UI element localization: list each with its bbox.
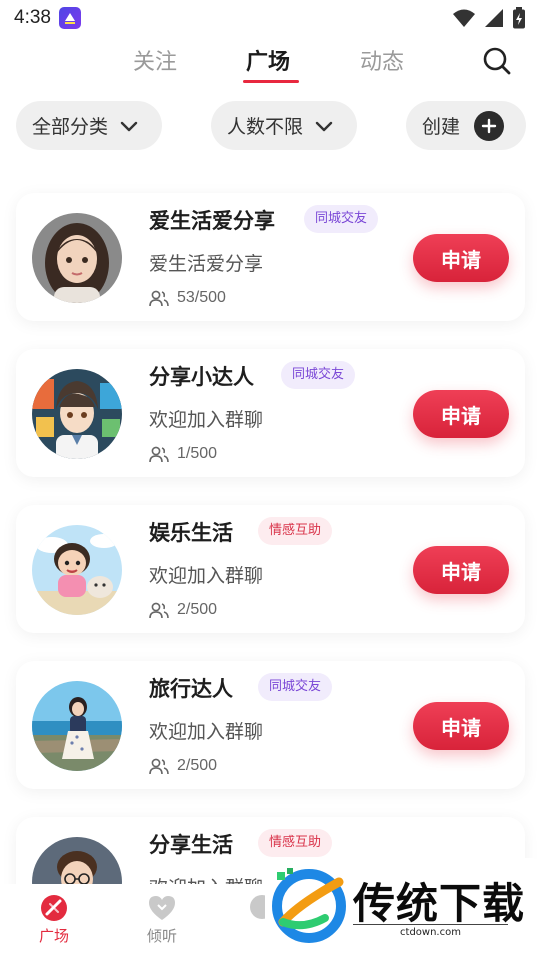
top-tab-bar: 关注 广场 动态: [0, 40, 540, 90]
group-tag: 同城交友: [281, 361, 356, 389]
apply-button[interactable]: 申请: [413, 234, 509, 282]
group-description: 爱生活爱分享: [149, 253, 264, 275]
group-title: 娱乐生活: [149, 521, 233, 545]
tab-moments[interactable]: 动态: [360, 44, 404, 76]
apply-button[interactable]: 申请: [413, 390, 509, 438]
plus-icon: [474, 110, 505, 141]
watermark-url: ctdown.com: [353, 924, 508, 938]
watermark-text: 传统下载: [353, 879, 526, 928]
group-title: 分享生活: [149, 833, 233, 857]
member-count-text: 2/500: [177, 601, 218, 618]
create-label: 创建: [422, 116, 461, 138]
group-tag: 同城交友: [304, 205, 379, 233]
group-tag: 同城交友: [258, 673, 333, 701]
member-count-text: 53/500: [177, 289, 226, 306]
group-avatar: [32, 369, 122, 459]
member-count: 2/500: [149, 601, 217, 619]
create-group-button[interactable]: 创建: [406, 101, 526, 150]
tab-plaza[interactable]: 广场: [246, 44, 290, 76]
chevron-down-icon: [315, 121, 333, 131]
group-card[interactable]: 爱生活爱分享 同城交友 爱生活爱分享 53/500 申请: [16, 193, 525, 321]
member-count-text: 1/500: [177, 445, 218, 462]
status-icons: [452, 7, 526, 29]
group-tag: 情感互助: [258, 517, 333, 545]
group-avatar: [32, 525, 122, 615]
nav-item-listen[interactable]: 倾听: [132, 894, 192, 946]
group-description: 欢迎加入群聊: [149, 721, 264, 743]
nav-item-plaza[interactable]: 广场: [24, 894, 84, 946]
people-icon: [149, 758, 169, 775]
heart-icon: [149, 896, 175, 920]
nav-label-plaza: 广场: [38, 927, 69, 945]
watermark: 传统下载 ctdown.com: [265, 858, 540, 948]
group-card[interactable]: 旅行达人 同城交友 欢迎加入群聊 2/500 申请: [16, 661, 525, 789]
plaza-icon: [41, 895, 67, 921]
app-notification-icon: [58, 7, 81, 29]
people-icon: [149, 290, 169, 307]
member-count-filter-dropdown[interactable]: 人数不限: [211, 101, 357, 150]
group-avatar: [32, 681, 122, 771]
watermark-logo-icon: [272, 868, 346, 943]
group-title: 旅行达人: [149, 677, 233, 701]
chevron-down-icon: [120, 121, 138, 131]
group-description: 欢迎加入群聊: [149, 565, 264, 587]
member-count: 1/500: [149, 445, 217, 463]
people-icon: [149, 446, 169, 463]
group-card[interactable]: 娱乐生活 情感互助 欢迎加入群聊 2/500 申请: [16, 505, 525, 633]
category-filter-label: 全部分类: [32, 116, 109, 138]
apply-button[interactable]: 申请: [413, 702, 509, 750]
search-icon[interactable]: [482, 46, 512, 76]
wifi-icon: [453, 9, 475, 27]
member-count-text: 2/500: [177, 757, 218, 774]
people-icon: [149, 602, 169, 619]
member-count: 2/500: [149, 757, 217, 775]
member-filter-label: 人数不限: [227, 116, 304, 138]
apply-button[interactable]: 申请: [413, 546, 509, 594]
category-filter-dropdown[interactable]: 全部分类: [16, 101, 162, 150]
tab-following[interactable]: 关注: [133, 44, 177, 76]
group-card[interactable]: 分享小达人 同城交友 欢迎加入群聊 1/500 申请: [16, 349, 525, 477]
status-time: 4:38: [14, 7, 51, 28]
member-count: 53/500: [149, 289, 226, 307]
group-title: 分享小达人: [149, 365, 254, 389]
group-title: 爱生活爱分享: [149, 209, 275, 233]
nav-label-listen: 倾听: [146, 927, 177, 945]
status-bar: 4:38: [0, 0, 540, 36]
signal-icon: [485, 9, 503, 27]
battery-icon: [513, 7, 525, 29]
active-tab-indicator: [243, 80, 299, 83]
group-description: 欢迎加入群聊: [149, 409, 264, 431]
group-tag: 情感互助: [258, 829, 333, 857]
group-avatar: [32, 213, 122, 303]
